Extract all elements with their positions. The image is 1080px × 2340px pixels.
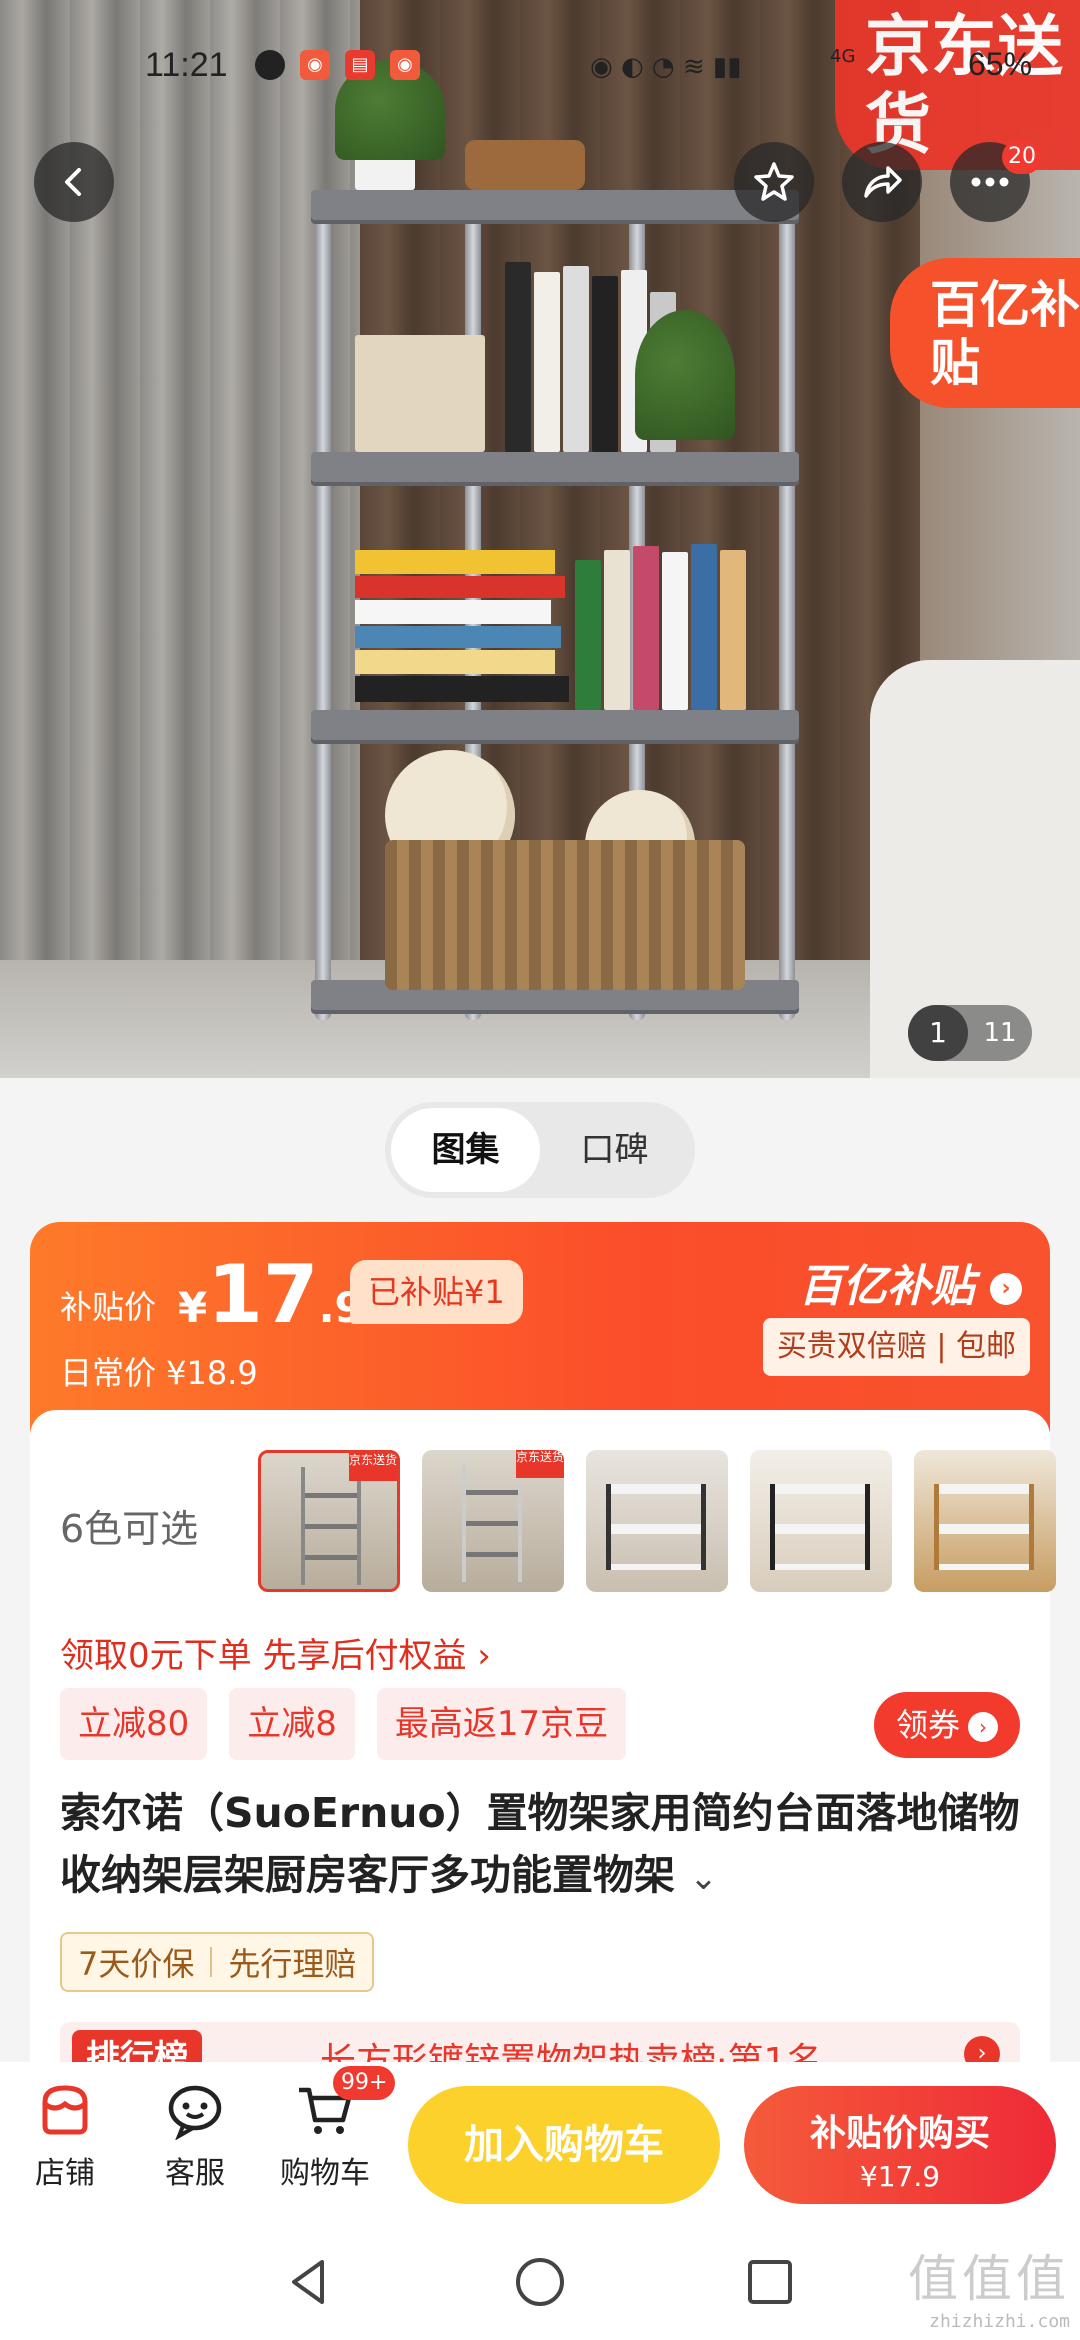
price-integer: 17 [207,1248,319,1341]
pager-total: 11 [983,1018,1017,1048]
chevron-left-icon [65,168,81,196]
pay-later-benefit[interactable]: 领取0元下单 先享后付权益 › [60,1628,491,1677]
thumb-badge: 京东送货 [349,1453,397,1481]
buy-now-label: 补贴价购买 [809,2113,990,2154]
favorite-button[interactable] [734,142,814,222]
buy-now-price: ¥17.9 [859,2160,941,2193]
image-pager: 1 11 [908,1005,1032,1061]
cart-button[interactable]: 99+ 购物车 [270,2066,396,2192]
buy-now-button[interactable]: 补贴价购买 ¥17.9 [744,2086,1056,2204]
back-triangle-icon[interactable] [280,2252,340,2312]
star-icon [754,162,794,201]
guarantee-tags[interactable]: 7天价保 先行理赔 [60,1932,375,1992]
customer-service-label: 客服 [165,2156,225,2191]
chevron-right-icon: › [990,1273,1022,1305]
coupon-list: 立减80 立减8 最高返17京豆 [60,1688,627,1760]
status-bar: 11:21 ◉ ▤ ◉ ◉ ◐ ◔ ≋ ▮▮ 4G 65% [0,40,1080,100]
color-options-label[interactable]: 6色可选 [60,1498,198,1553]
cart-icon: 99+ [295,2066,396,2140]
color-thumbnail[interactable]: 京东送货 [422,1450,564,1592]
get-coupon-label: 领券 [895,1706,960,1744]
chevron-right-icon: › [968,1712,998,1742]
yy-subsidy-title: 百亿补贴 [798,1261,975,1312]
guarantee-price-protect: 7天价保 [78,1945,195,1983]
currency-symbol: ¥ [178,1283,208,1332]
customer-service-button[interactable]: 客服 [140,2080,250,2192]
qq-icon [255,50,285,80]
coupon-tag[interactable]: 立减80 [60,1688,208,1760]
tab-gallery[interactable]: 图集 [391,1108,540,1192]
color-thumbnail[interactable] [586,1450,728,1592]
color-thumbnails: 京东送货 京东送货 [258,1450,1056,1592]
battery-indicator: 65% [968,46,1033,82]
pager-current: 1 [908,1005,968,1061]
notification-badge: 20 [1002,140,1042,174]
gallery-review-toggle: 图集 口碑 [385,1102,695,1198]
color-thumbnail[interactable] [914,1450,1056,1592]
share-button[interactable] [842,142,922,222]
back-button[interactable] [34,142,114,222]
signal-icons: ◉ ◐ ◔ ≋ ▮▮ [590,52,742,82]
network-label: 4G [830,46,856,67]
thumb-badge: 京东送货 [516,1450,564,1478]
get-coupon-button[interactable]: 领券 › [873,1692,1020,1758]
shop-button[interactable]: 店铺 [10,2080,120,2192]
app-icon: ◉ [300,50,330,80]
subsidy-price-label: 补贴价 [60,1288,157,1326]
home-circle-icon[interactable] [510,2252,570,2312]
system-navigation-bar: 值值值 zhizhizhi.com [0,2222,1080,2340]
product-shelf-illustration [311,60,799,1020]
shop-icon [35,2080,95,2140]
status-time: 11:21 [145,46,228,84]
coupon-tag[interactable]: 立减8 [229,1688,355,1760]
add-to-cart-button[interactable]: 加入购物车 [408,2086,720,2204]
share-icon [864,166,902,198]
watermark-logo: 值值值 [908,2250,1070,2308]
cart-count-badge: 99+ [333,2066,396,2100]
chevron-down-icon[interactable]: ⌄ [689,1858,718,1898]
book-icon: ▤ [345,50,375,80]
recents-square-icon[interactable] [740,2252,800,2312]
product-title[interactable]: 索尔诺（SuoErnuo）置物架家用简约台面落地储物收纳架层架厨房客厅多功能置物… [60,1782,1020,1909]
yy-subsidy-badge: 百亿补贴 [890,258,1080,408]
guarantee-advance-claim: 先行理赔 [228,1945,357,1983]
chat-icon [165,2080,225,2141]
shop-label: 店铺 [35,2156,95,2191]
bottom-action-bar: 店铺 客服 99+ 购物车 加入购物车 补贴价购买 ¥17.9 [0,2062,1080,2222]
product-image-carousel[interactable]: 京东送货 百亿补贴 11:21 ◉ ▤ ◉ ◉ ◐ ◔ ≋ ▮▮ 4G 65% … [0,0,1080,1078]
watermark-url: zhizhizhi.com [929,2311,1070,2332]
product-page: 京东送货 百亿补贴 11:21 ◉ ▤ ◉ ◉ ◐ ◔ ≋ ▮▮ 4G 65% … [0,0,1080,2340]
color-thumbnail[interactable]: 京东送货 [258,1450,400,1592]
subsidized-tag: 已补贴¥1 [350,1260,523,1324]
app-icon: ◉ [390,50,420,80]
cart-label: 购物车 [280,2156,370,2191]
subsidy-price: ¥17.9 [178,1248,364,1341]
yy-guarantee-text: 买贵双倍赔 | 包邮 [762,1318,1030,1376]
coupon-tag[interactable]: 最高返17京豆 [376,1688,627,1760]
daily-price: 日常价 ¥18.9 [60,1354,258,1392]
product-detail-card: 6色可选 京东送货 京东送货 领取0元下单 先享后付权益 › 立减80 立减8 … [30,1410,1056,2100]
price-banner: 补贴价 ¥17.9 已补贴¥1 日常价 ¥18.9 百亿补贴 › 买贵双倍赔 |… [30,1222,1050,1432]
tab-reviews[interactable]: 口碑 [540,1108,689,1192]
product-title-text: 索尔诺（SuoErnuo）置物架家用简约台面落地储物收纳架层架厨房客厅多功能置物… [60,1789,1020,1899]
yy-subsidy-link[interactable]: 百亿补贴 › [799,1250,1022,1314]
watermark: 值值值 zhizhizhi.com [908,2239,1070,2332]
color-thumbnail[interactable] [750,1450,892,1592]
